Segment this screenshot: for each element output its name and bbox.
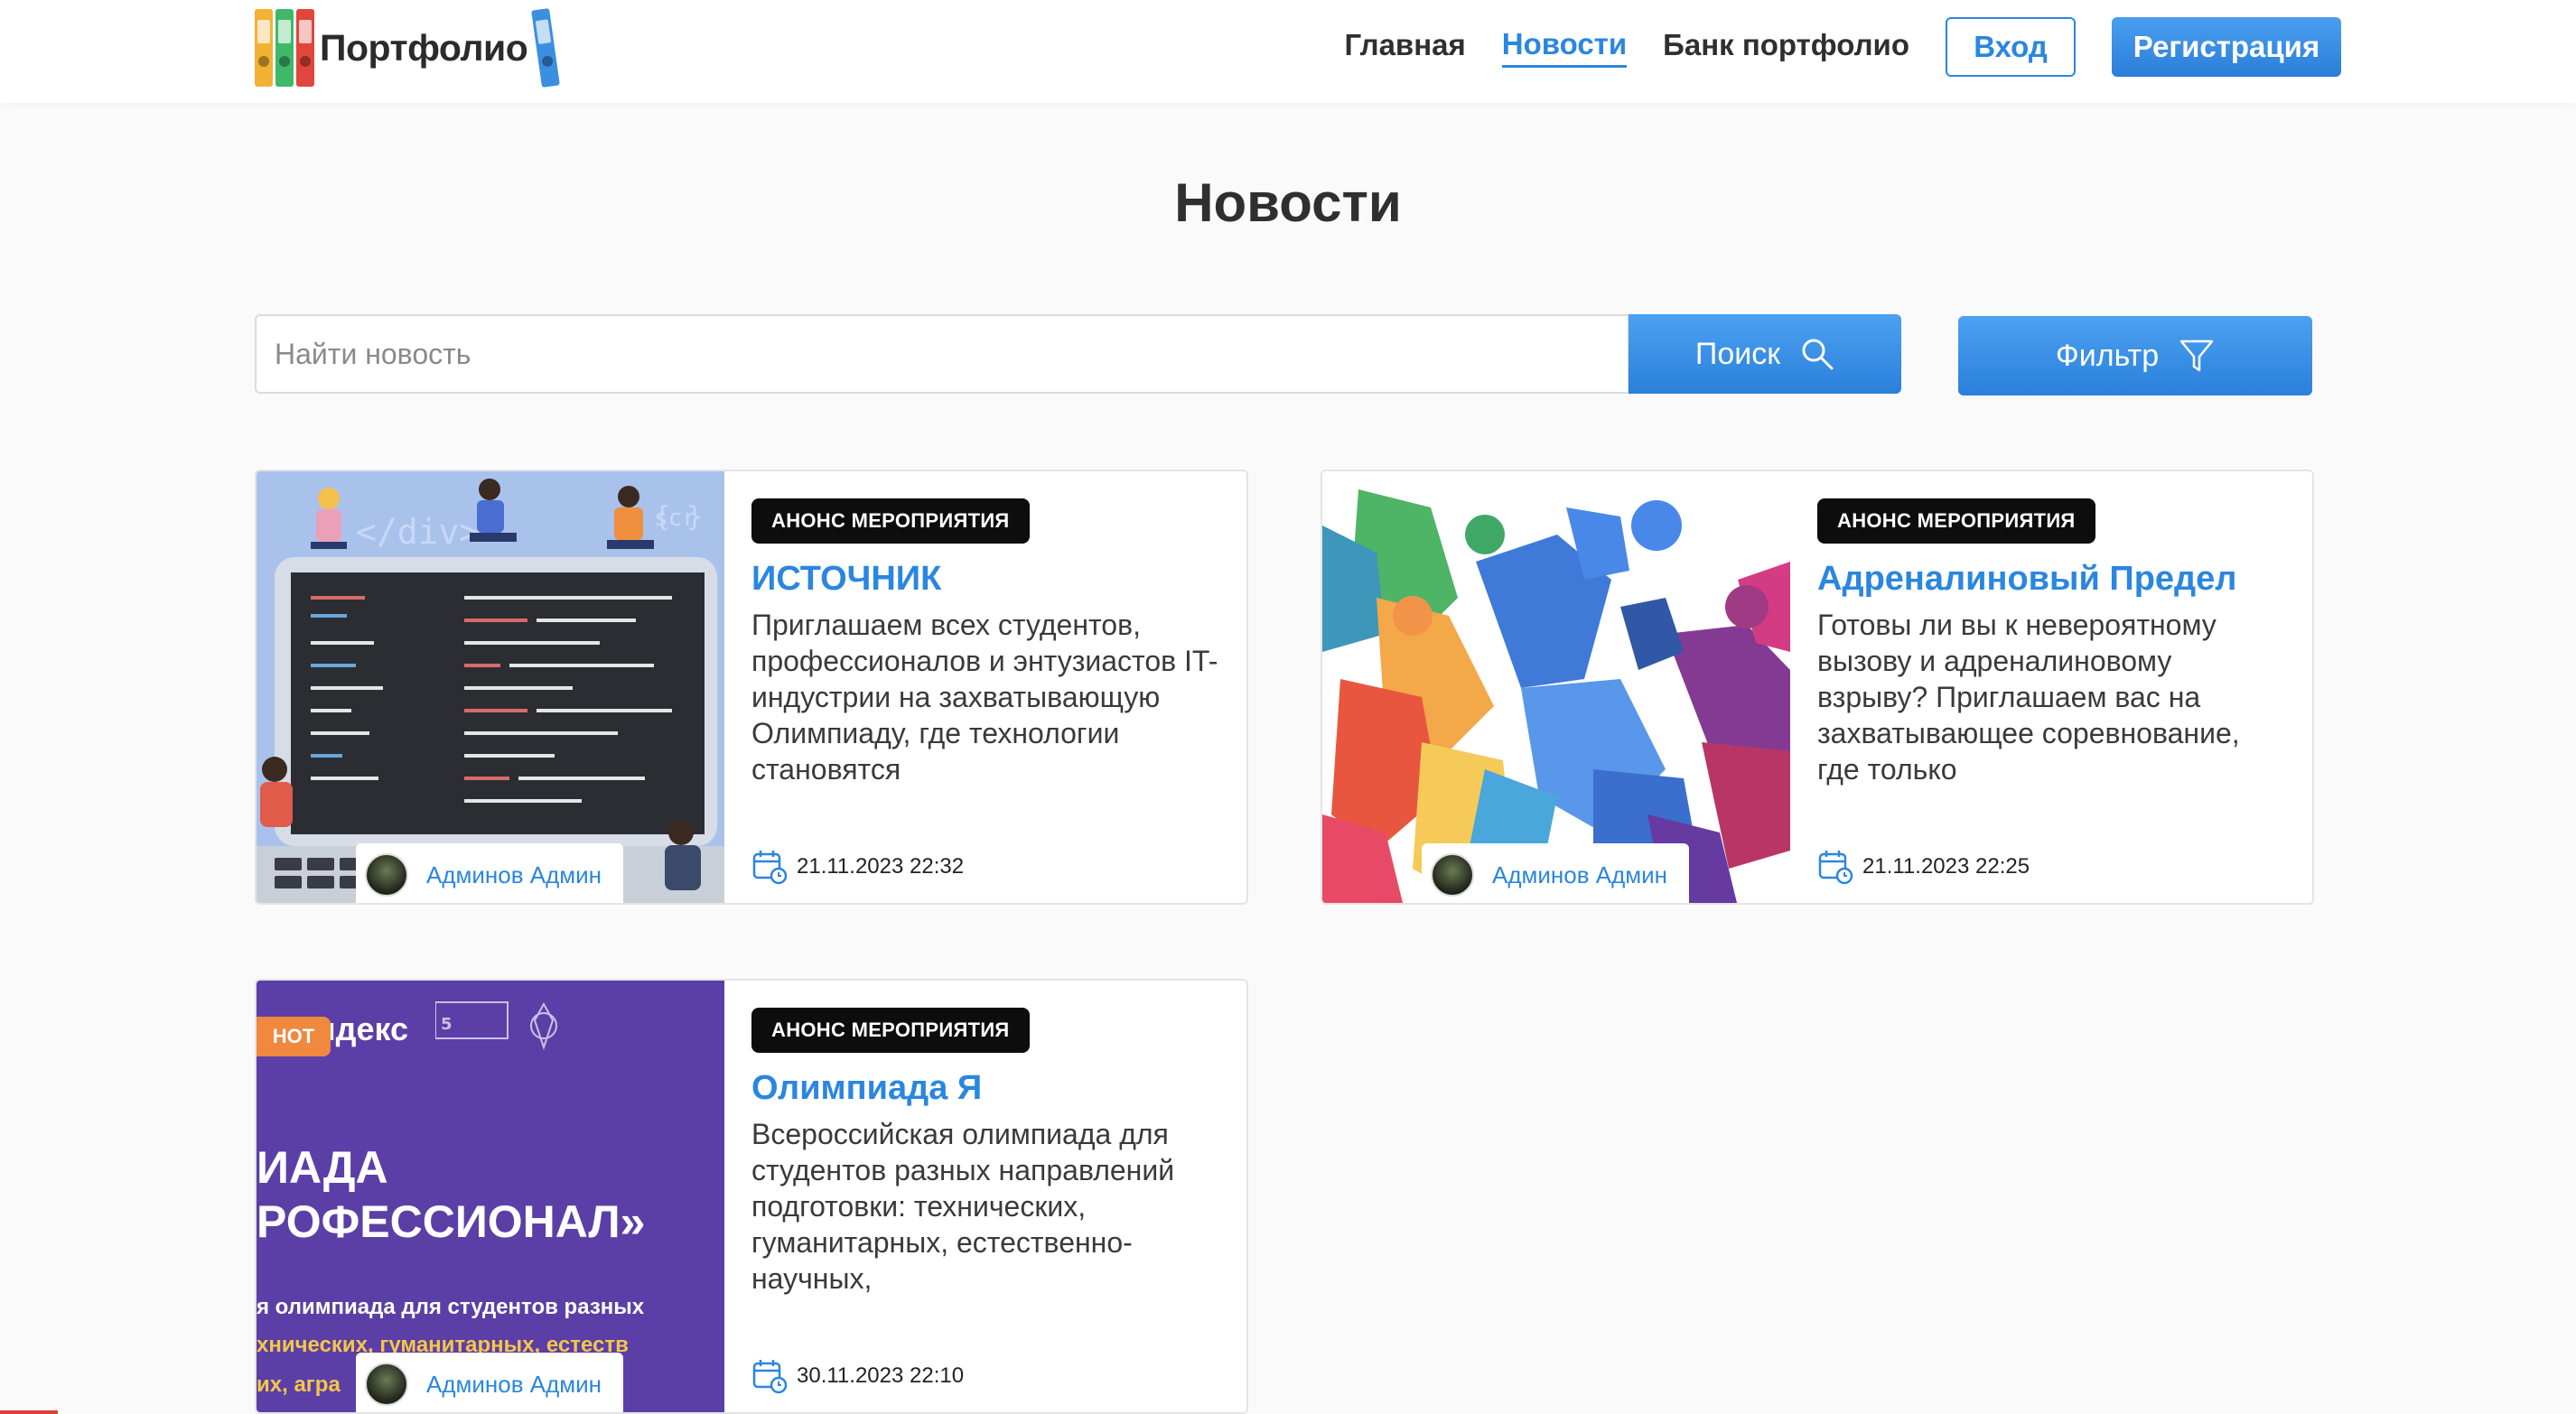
page-title: Новости [1174, 172, 1402, 233]
site-logo[interactable]: Портфолио [255, 7, 561, 88]
register-button[interactable]: Регистрация [2112, 17, 2341, 77]
author-avatar [365, 1363, 408, 1406]
scroll-indicator [0, 1410, 58, 1414]
author-avatar [365, 853, 408, 897]
main-nav: Главная Новости Банк портфолио Вход Реги… [1309, 16, 2341, 78]
news-date: 30.11.2023 22:10 [751, 1358, 964, 1394]
author-chip[interactable]: Админов Админ [356, 1353, 623, 1412]
news-title[interactable]: ИСТОЧНИК [751, 560, 941, 599]
category-tag: АНОНС МЕРОПРИЯТИЯ [751, 498, 1030, 544]
author-chip[interactable]: Админов Админ [1422, 843, 1689, 903]
author-avatar [1431, 853, 1474, 897]
hot-badge: HOT [257, 1017, 331, 1056]
search-button-label: Поиск [1694, 336, 1781, 371]
news-image-it-laptop[interactable]: </div> { } scr Админов Админ [257, 471, 724, 903]
author-name[interactable]: Админов Админ [426, 861, 602, 889]
news-date-text: 30.11.2023 22:10 [797, 1363, 965, 1388]
calendar-clock-icon [1818, 851, 1853, 885]
calendar-clock-icon [752, 851, 788, 885]
news-card-body: АНОНС МЕРОПРИЯТИЯ ИСТОЧНИК Приглашаем вс… [724, 471, 1246, 903]
filter-button-label: Фильтр [2055, 338, 2160, 373]
olympiad-banner-line-3: я олимпиада для студентов разных [257, 1295, 645, 1319]
search-input[interactable] [255, 314, 1629, 394]
svg-text:scr: scr [654, 505, 696, 532]
binders-logo-icon [255, 9, 314, 87]
news-excerpt: Приглашаем всех студентов, профессионало… [751, 609, 1218, 786]
site-header: Портфолио Главная Новости Банк портфолио… [0, 0, 2576, 103]
news-excerpt: Готовы ли вы к невероятному вызову и адр… [1817, 609, 2240, 786]
news-card-body: АНОНС МЕРОПРИЯТИЯ Адреналиновый Предел Г… [1790, 471, 2312, 903]
calendar-clock-icon [752, 1360, 788, 1394]
filter-button[interactable]: Фильтр [1958, 316, 2312, 395]
login-button[interactable]: Вход [1946, 17, 2076, 77]
news-card[interactable]: Яндекс 5 HOT ИАДА РОФЕССИОНАЛ» я олимпиа… [255, 979, 1248, 1414]
search-icon [1802, 339, 1834, 370]
news-date-text: 21.11.2023 22:32 [797, 854, 965, 879]
news-title[interactable]: Адреналиновый Предел [1817, 560, 2236, 599]
news-image-olympiad[interactable]: Яндекс 5 HOT ИАДА РОФЕССИОНАЛ» я олимпиа… [257, 981, 724, 1412]
news-date: 21.11.2023 22:25 [1817, 849, 2030, 885]
nav-link-portfolio-bank[interactable]: Банк портфолио [1663, 28, 1909, 66]
category-tag: АНОНС МЕРОПРИЯТИЯ [751, 1008, 1030, 1053]
olympiad-banner-line-5: их, агра [257, 1372, 341, 1397]
blue-binder-logo-icon [531, 8, 561, 88]
news-date-text: 21.11.2023 22:25 [1862, 854, 2030, 879]
news-card[interactable]: Админов Админ АНОНС МЕРОПРИЯТИЯ Адренали… [1321, 470, 2314, 905]
logo-text: Портфолио [320, 26, 528, 69]
filter-icon [2179, 340, 2214, 372]
svg-text:</div>: </div> [356, 512, 480, 552]
olympiad-banner-line-2: РОФЕССИОНАЛ» [257, 1196, 646, 1247]
author-name[interactable]: Админов Админ [426, 1371, 602, 1399]
news-excerpt: Всероссийская олимпиада для студентов ра… [751, 1118, 1175, 1295]
nav-link-news[interactable]: Новости [1501, 27, 1628, 68]
nav-link-home[interactable]: Главная [1345, 28, 1466, 66]
emblem-icon: 5 [435, 1001, 558, 1051]
author-name[interactable]: Админов Админ [1492, 861, 1667, 889]
news-image-runners[interactable]: Админов Админ [1322, 471, 1790, 903]
news-card-body: АНОНС МЕРОПРИЯТИЯ Олимпиада Я Всероссийс… [724, 981, 1246, 1412]
news-card[interactable]: </div> { } scr Админов Админ АНОНС МЕРОП… [255, 470, 1248, 905]
news-title[interactable]: Олимпиада Я [751, 1069, 982, 1108]
svg-text:5: 5 [441, 1015, 453, 1034]
news-date: 21.11.2023 22:32 [751, 849, 964, 885]
category-tag: АНОНС МЕРОПРИЯТИЯ [1817, 498, 2095, 544]
search-button[interactable]: Поиск [1629, 314, 1901, 394]
olympiad-banner-line-1: ИАДА [257, 1142, 388, 1193]
author-chip[interactable]: Админов Админ [356, 843, 623, 903]
